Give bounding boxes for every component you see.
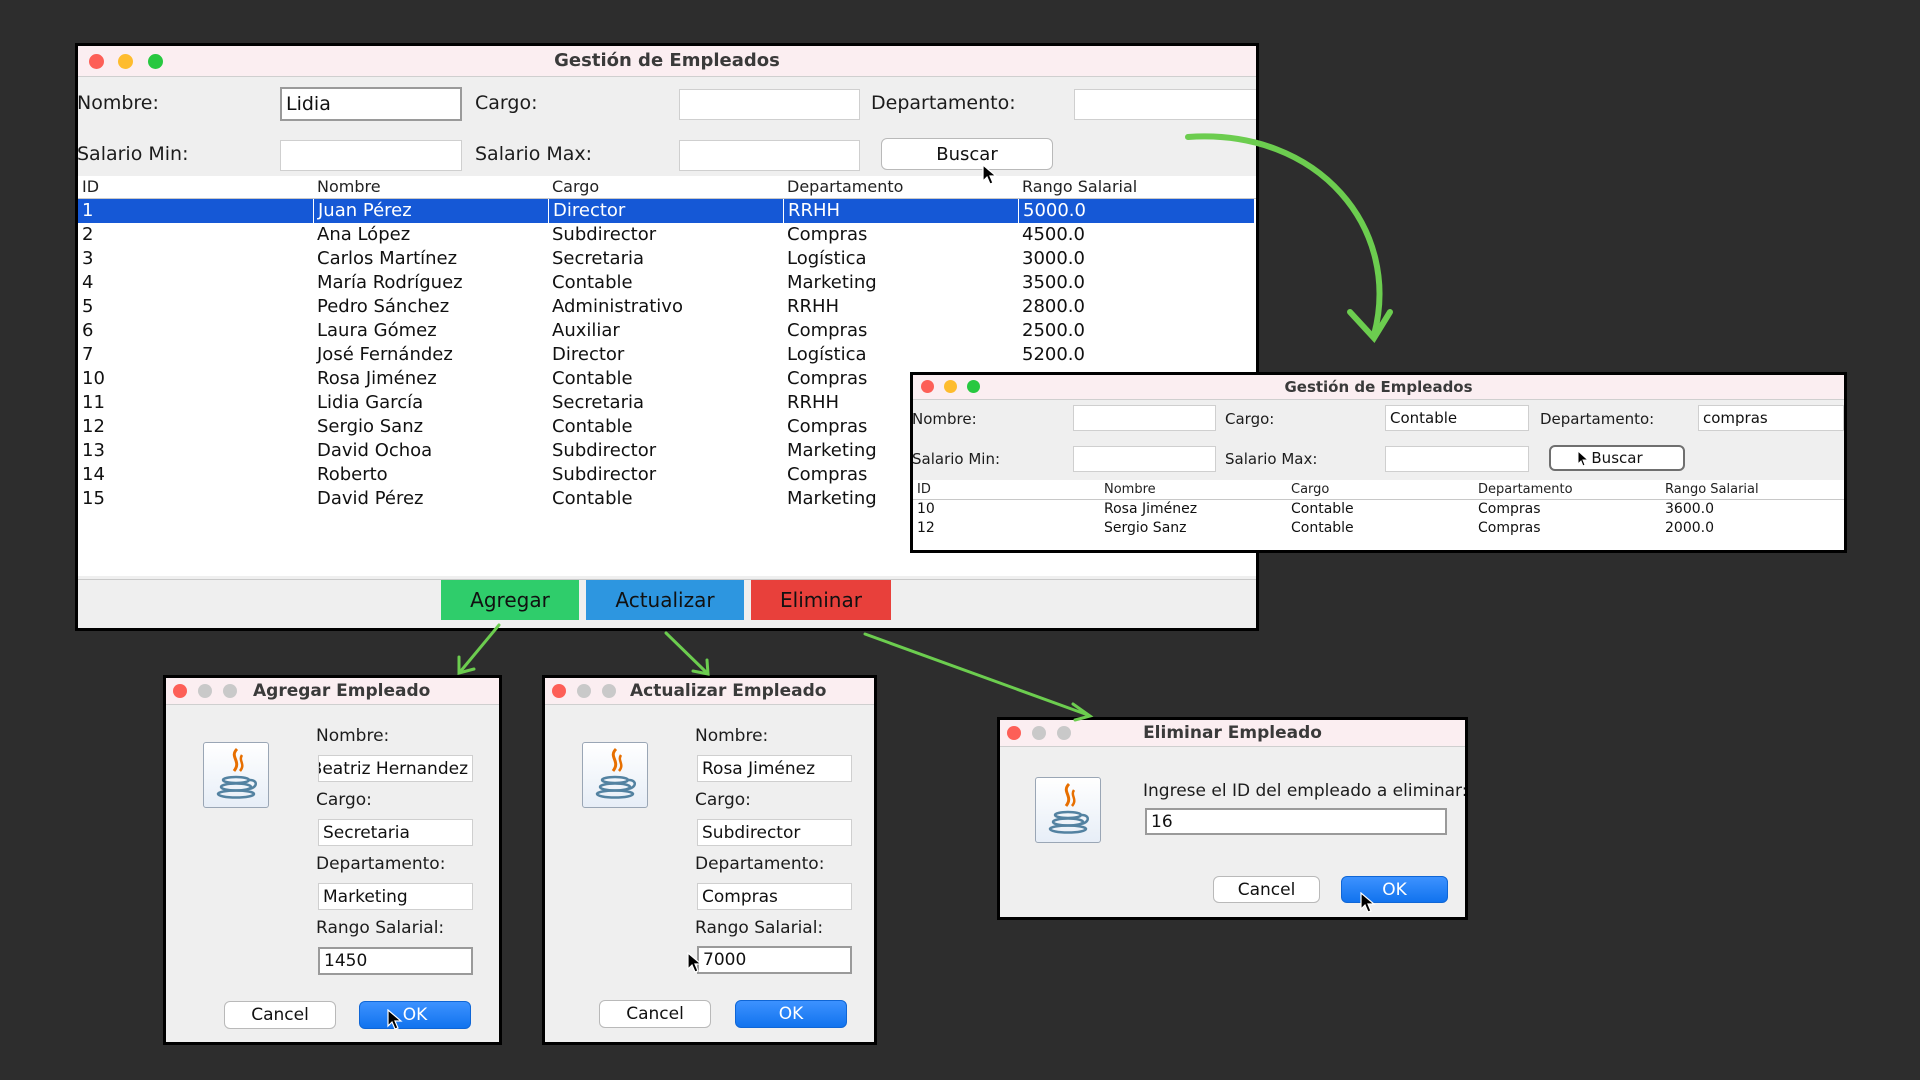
arrow-to-search-head [1347,309,1393,343]
arrow-to-search [1185,133,1383,338]
mouse-cursor-icon [1360,892,1376,913]
arrow-to-eliminar [863,632,1090,717]
mouse-cursor-icon [1577,450,1590,467]
mouse-cursor-icon [387,1009,403,1030]
arrow-to-actualizar [664,631,708,674]
mouse-cursor-icon [982,164,998,185]
mouse-cursor-icon [687,952,703,973]
arrow-to-agregar [458,623,501,674]
annotation-arrows [457,133,1393,722]
